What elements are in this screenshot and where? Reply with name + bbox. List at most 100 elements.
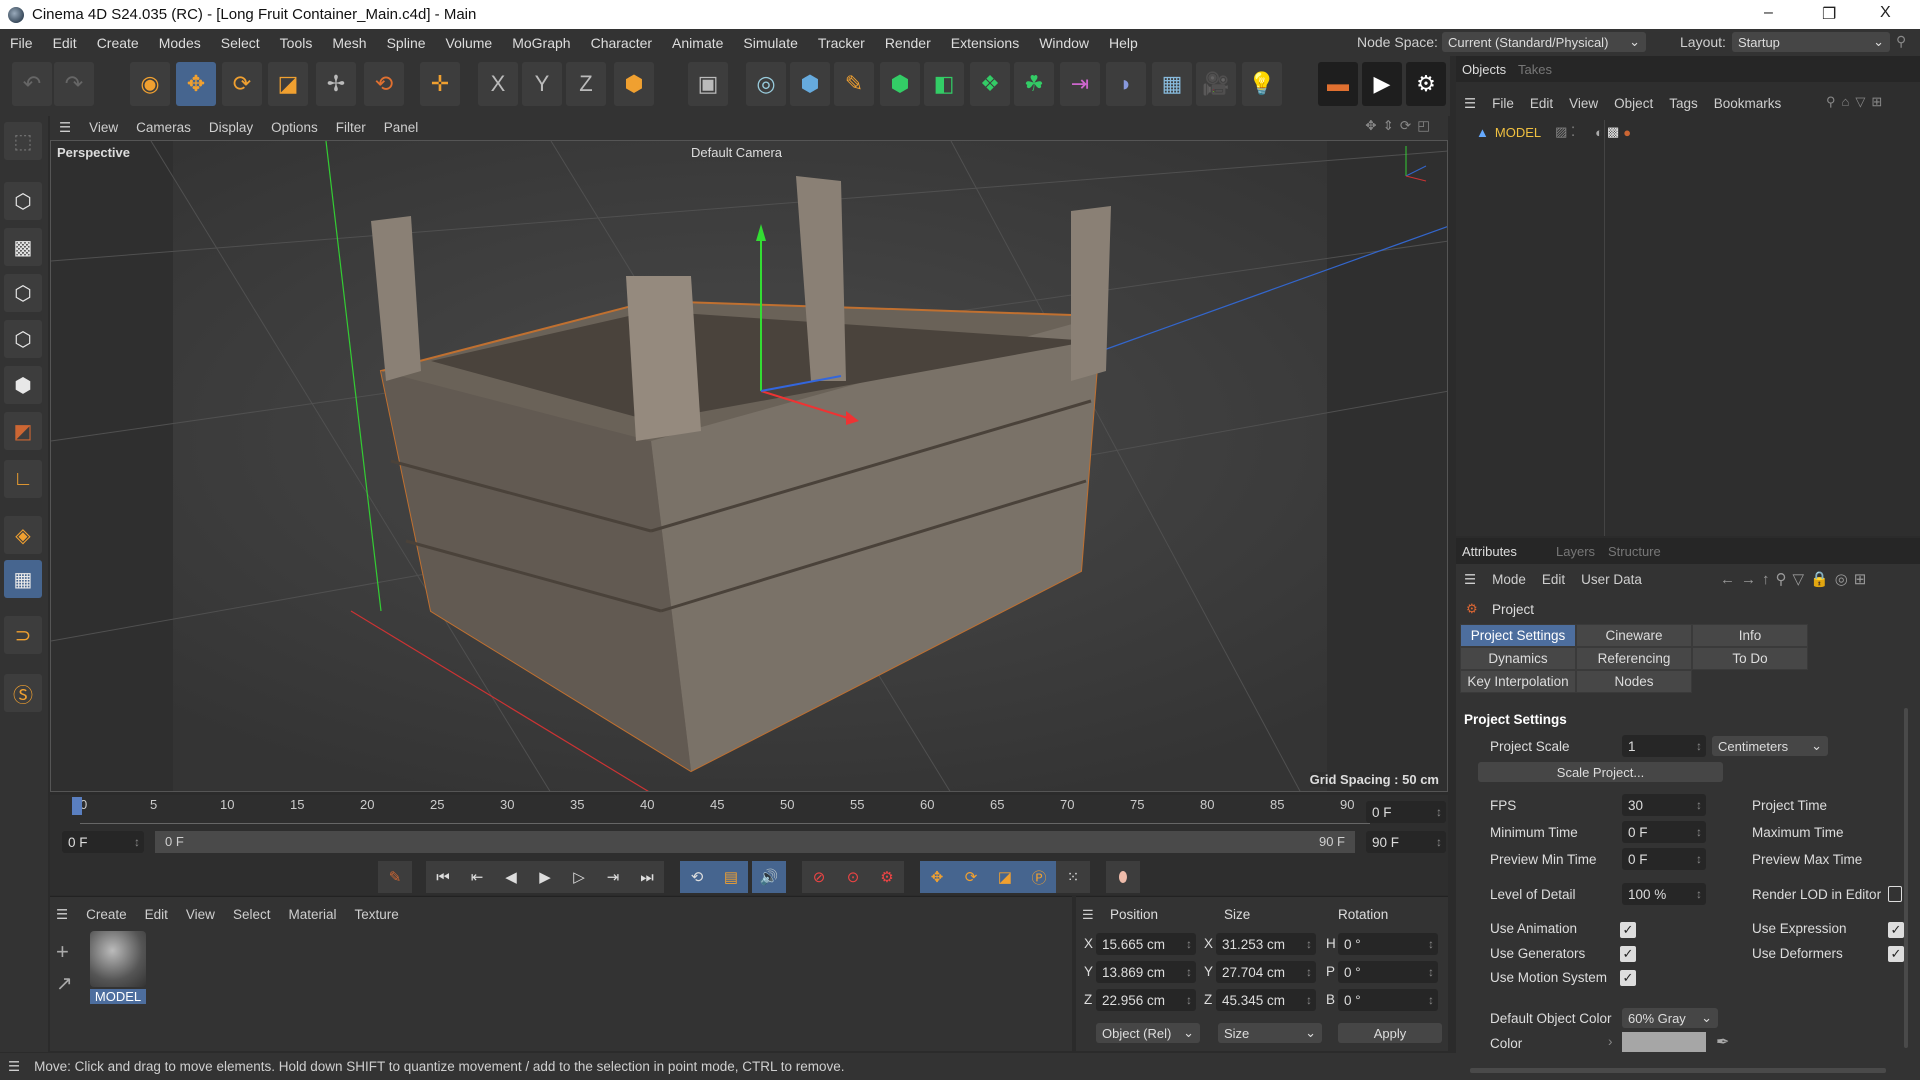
use-generators-checkbox[interactable]: ✓ [1620,946,1636,962]
x-axis-lock-icon[interactable]: X [478,62,518,106]
make-editable-icon[interactable]: ⬚ [4,122,42,160]
key-point-level-icon[interactable]: ⁙ [1056,861,1090,893]
autokey-icon[interactable]: ⊙ [836,861,870,893]
y-axis-lock-icon[interactable]: Y [522,62,562,106]
keyframe-selection-icon[interactable]: ⚙ [870,861,904,893]
tab-structure[interactable]: Structure [1608,544,1661,559]
menu-edit[interactable]: Edit [43,35,87,51]
subtab-key-interpolation[interactable]: Key Interpolation [1460,670,1576,693]
coord-pos-field[interactable]: 22.956 cm [1096,989,1196,1011]
menu-file[interactable]: File [0,35,43,51]
key-parameter-icon[interactable]: Ⓟ [1022,861,1056,893]
subdivision-icon[interactable]: ⬢ [880,62,920,106]
rotate-tool-icon[interactable]: ⟳ [222,62,262,106]
floor-icon[interactable]: ▦ [1152,62,1192,106]
hamburger-icon[interactable]: ☰ [1464,96,1476,112]
menu-create[interactable]: Create [87,35,149,51]
tab-layers[interactable]: Layers [1556,544,1595,559]
cloner-icon[interactable]: ❖ [970,62,1010,106]
loop-icon[interactable]: ⟲ [680,861,714,893]
preview-min-time-field[interactable]: 0 F [1622,848,1706,870]
menu-extensions[interactable]: Extensions [941,35,1029,51]
expand-arrow-icon[interactable]: › [1608,1034,1613,1049]
model-mode-icon[interactable]: ⬡ [4,182,42,220]
maximize-button[interactable]: ❐ [1822,4,1836,24]
coord-pos-field[interactable]: 15.665 cm [1096,933,1196,955]
size-mode-select[interactable]: Size ⌄ [1218,1023,1322,1043]
hamburger-icon[interactable]: ☰ [50,120,80,136]
project-scale-field[interactable]: 1 [1622,735,1706,757]
go-to-start-icon[interactable]: ⏮ [426,861,460,893]
next-key-icon[interactable]: ⇥ [596,861,630,893]
use-deformers-checkbox[interactable]: ✓ [1888,946,1904,962]
material-menu-edit[interactable]: Edit [145,907,168,923]
menu-render[interactable]: Render [875,35,941,51]
subtab-project-settings[interactable]: Project Settings [1460,624,1576,647]
use-expression-checkbox[interactable]: ✓ [1888,922,1904,938]
menu-help[interactable]: Help [1099,35,1148,51]
objects-menu-bookmarks[interactable]: Bookmarks [1714,96,1782,112]
transform-tool-icon[interactable]: ✢ [316,62,356,106]
objects-menu-tags[interactable]: Tags [1669,96,1698,112]
point-mode-icon[interactable]: ⬡ [4,274,42,312]
go-to-end-icon[interactable]: ⏭ [630,861,664,893]
coord-pos-field[interactable]: 13.869 cm [1096,961,1196,983]
subtab-to-do[interactable]: To Do [1692,647,1808,670]
snap-icon[interactable]: ▦ [4,560,42,598]
camera-name[interactable]: Default Camera [691,145,782,160]
previous-frame-icon[interactable]: ◀ [494,861,528,893]
render-lod-checkbox[interactable] [1888,886,1902,902]
search-icon[interactable]: ⚲ [1896,33,1906,50]
apply-button[interactable]: Apply [1338,1023,1442,1043]
phong-tag-icon[interactable]: ● [1623,125,1631,140]
viewport-menu-cameras[interactable]: Cameras [127,120,200,135]
coord-rot-field[interactable]: 0 ° [1338,989,1438,1011]
viewport-menu-filter[interactable]: Filter [327,120,375,135]
render-picture-viewer-icon[interactable]: ▶ [1362,62,1402,106]
z-axis-lock-icon[interactable]: Z [566,62,606,106]
material-menu-texture[interactable]: Texture [354,907,398,923]
magnet-icon[interactable]: ⊃ [4,616,42,654]
add-icon[interactable]: + [56,939,69,965]
undo-button[interactable]: ↶ [12,62,52,106]
playhead[interactable] [72,797,82,815]
fps-field[interactable]: 30 [1622,794,1706,816]
hamburger-icon[interactable]: ☰ [1082,907,1094,923]
menu-volume[interactable]: Volume [436,35,503,51]
tab-takes[interactable]: Takes [1518,62,1552,77]
close-button[interactable]: X [1880,4,1891,22]
material-menu-view[interactable]: View [186,907,215,923]
menu-window[interactable]: Window [1029,35,1099,51]
viewport-menu-display[interactable]: Display [200,120,262,135]
live-selection-icon[interactable]: ⟲ [364,62,404,106]
timeline-ruler[interactable]: 0 5 10 15 20 25 30 35 40 45 50 55 60 65 70 75 80 85 90 [80,797,1370,821]
record-keys-icon[interactable]: ✎ [378,861,412,893]
preview-range-slider[interactable]: 0 F 90 F [155,831,1355,853]
scale-tool-icon[interactable]: ◪ [268,62,308,106]
menu-modes[interactable]: Modes [149,35,211,51]
menu-animate[interactable]: Animate [662,35,733,51]
attr-menu-mode[interactable]: Mode [1492,572,1526,588]
level-of-detail-field[interactable]: 100 % [1622,883,1706,905]
redo-button[interactable]: ↷ [54,62,94,106]
vertical-scrollbar[interactable] [1904,708,1908,1048]
objects-menu-view[interactable]: View [1569,96,1598,112]
objects-toolbar-icons[interactable]: ⚲⌂▽⊞ [1826,94,1888,110]
menu-character[interactable]: Character [581,35,662,51]
node-space-select[interactable]: Current (Standard/Physical) ⌄ [1442,32,1646,52]
timeline[interactable]: 0 5 10 15 20 25 30 35 40 45 50 55 60 65 70 75 80 85 90 0 F… [50,795,1448,857]
edge-mode-icon[interactable]: ⬡ [4,320,42,358]
motion-clip-icon[interactable]: ⬮ [1106,861,1140,893]
coordinate-mode-select[interactable]: Object (Rel) ⌄ [1096,1023,1200,1043]
menu-mesh[interactable]: Mesh [322,35,376,51]
move-tool-icon[interactable]: ✥ [176,62,216,106]
start-frame-field[interactable]: 0 F [62,831,144,853]
render-settings-icon[interactable]: ⚙ [1406,62,1446,106]
visibility-toggle-icon[interactable]: ▨ ⁚ [1555,124,1575,140]
menu-select[interactable]: Select [211,35,270,51]
default-object-color-select[interactable]: 60% Gray ⌄ [1622,1008,1718,1028]
menu-tracker[interactable]: Tracker [808,35,875,51]
menu-spline[interactable]: Spline [377,35,436,51]
attr-nav-icons[interactable]: ←→↑⚲▽🔒◎⊞ [1720,570,1872,588]
previous-key-icon[interactable]: ⇤ [460,861,494,893]
